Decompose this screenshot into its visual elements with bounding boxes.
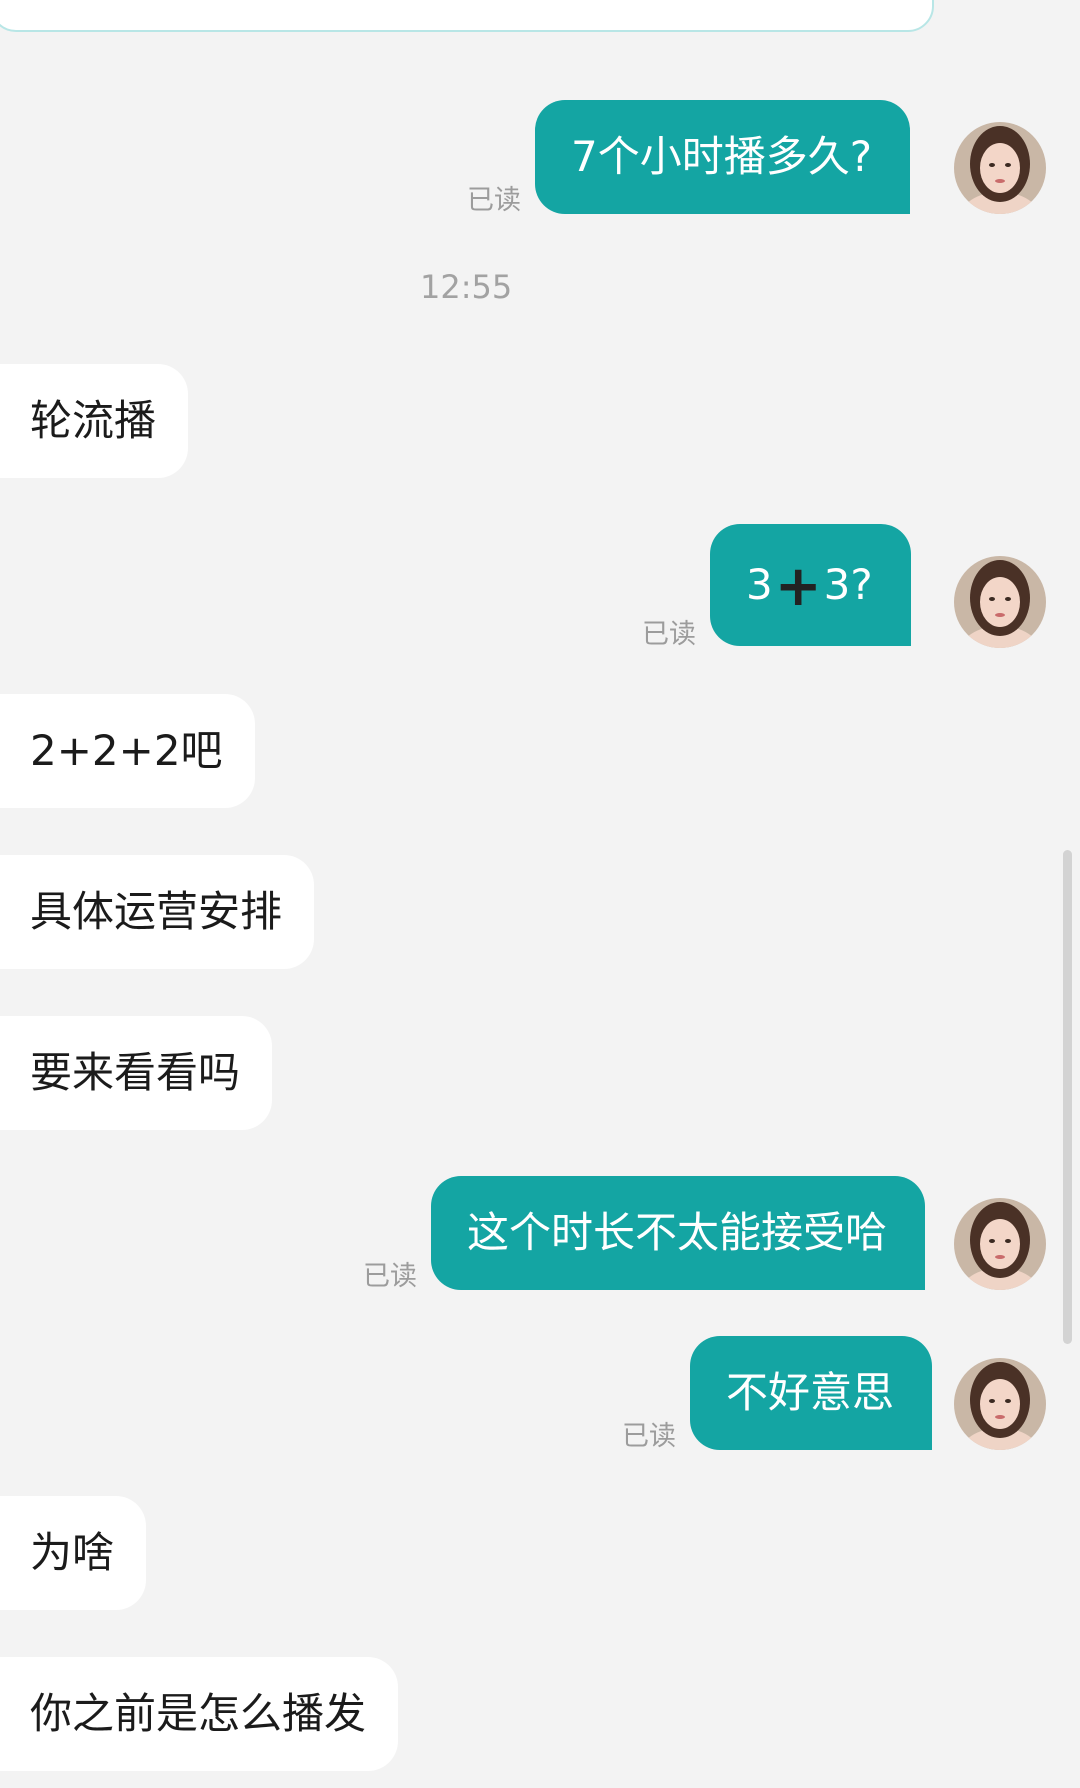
read-receipt: 已读: [467, 185, 521, 216]
previous-message-card[interactable]: [0, 0, 934, 32]
message-bubble-incoming[interactable]: 你之前是怎么播发: [0, 1657, 399, 1771]
message-bubble-incoming[interactable]: 具体运营安排: [0, 855, 315, 969]
user-avatar[interactable]: [954, 122, 1046, 214]
message-bubble-incoming[interactable]: 2+2+2吧: [0, 694, 255, 808]
message-bubble-outgoing[interactable]: 7个小时播多久?: [535, 100, 911, 214]
read-receipt: 已读: [622, 1421, 676, 1452]
message-text-part: 3?: [823, 560, 873, 609]
message-bubble-outgoing[interactable]: 这个时长不太能接受哈: [431, 1176, 926, 1290]
read-receipt: 已读: [642, 619, 696, 650]
chat-scrollbar[interactable]: [1063, 850, 1072, 1344]
message-bubble-incoming[interactable]: 要来看看吗: [0, 1016, 273, 1130]
user-avatar[interactable]: [954, 1198, 1046, 1290]
message-bubble-outgoing[interactable]: 3+3?: [710, 524, 911, 646]
chat-screen: 7个小时播多久? 已读 12:55 轮流播 3+3? 已读 2+2+2吧 具体运…: [0, 0, 1080, 1788]
user-avatar[interactable]: [954, 556, 1046, 648]
read-receipt: 已读: [363, 1261, 417, 1292]
message-bubble-outgoing[interactable]: 不好意思: [690, 1336, 933, 1450]
message-bubble-incoming[interactable]: 轮流播: [0, 364, 189, 478]
chat-timestamp: 12:55: [420, 268, 513, 306]
plus-emoji-icon: +: [774, 554, 822, 619]
message-bubble-incoming[interactable]: 为啥: [0, 1496, 147, 1610]
user-avatar[interactable]: [954, 1358, 1046, 1450]
message-text-part: 3: [746, 560, 773, 609]
